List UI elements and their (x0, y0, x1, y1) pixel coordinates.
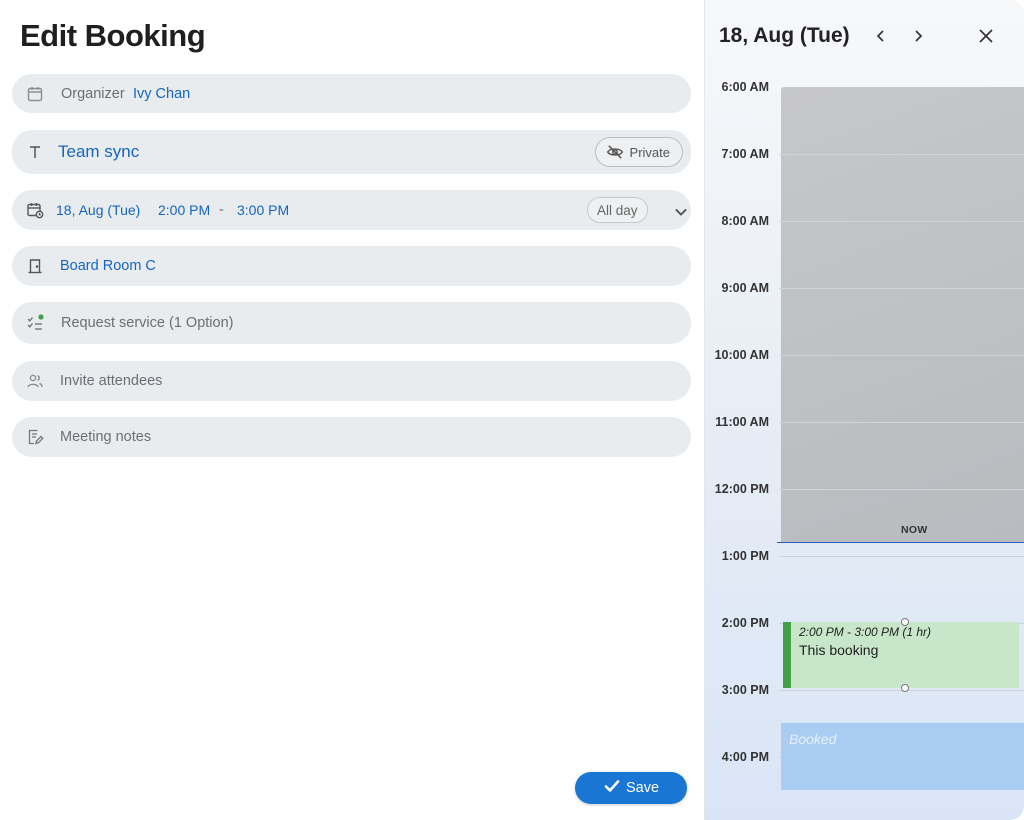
hour-label: 4:00 PM (721, 750, 769, 764)
check-icon (603, 777, 621, 799)
booked-block: Booked (781, 723, 1024, 790)
resize-handle-bottom[interactable] (901, 684, 909, 692)
hour-label: 3:00 PM (721, 683, 769, 697)
save-button[interactable]: Save (575, 772, 687, 804)
hour-label: 12:00 PM (714, 482, 769, 496)
hour-gridline (779, 288, 1024, 289)
hour-gridline (779, 556, 1024, 557)
private-toggle-button[interactable]: Private (594, 137, 683, 167)
page-title: Edit Booking (20, 18, 206, 53)
request-service-label: Request service (1 Option) (61, 315, 234, 331)
hour-label: 6:00 AM (721, 80, 769, 94)
hour-label: 10:00 AM (714, 348, 769, 362)
hour-label: 2:00 PM (721, 616, 769, 630)
all-day-toggle[interactable]: All day (587, 197, 648, 223)
room-field[interactable]: Board Room C (12, 246, 691, 286)
day-calendar-panel: 18, Aug (Tue) 6:00 AM 7:00 AM 8:00 AM 9:00 … (704, 0, 1024, 820)
hour-label: 9:00 AM (721, 281, 769, 295)
end-time-value[interactable]: 3:00 PM (237, 202, 289, 218)
note-edit-icon (26, 428, 44, 446)
meeting-notes-input[interactable]: Meeting notes (60, 429, 151, 445)
resize-handle-top[interactable] (901, 618, 909, 626)
hour-label: 1:00 PM (721, 549, 769, 563)
hour-gridline (779, 422, 1024, 423)
hour-gridline (779, 154, 1024, 155)
request-service-field[interactable]: Request service (1 Option) (12, 302, 691, 344)
meeting-title-input[interactable]: Team sync (58, 142, 139, 162)
door-icon (26, 257, 44, 275)
text-t-icon (26, 143, 44, 161)
hour-gridline (779, 489, 1024, 490)
meeting-notes-field[interactable]: Meeting notes (12, 417, 691, 457)
organizer-field[interactable]: Organizer Ivy Chan (12, 74, 691, 113)
current-booking-block[interactable]: 2:00 PM - 3:00 PM (1 hr) This booking (783, 622, 1019, 688)
invite-attendees-input[interactable]: Invite attendees (60, 373, 162, 389)
private-label: Private (629, 144, 670, 160)
hour-gridline (779, 355, 1024, 356)
meeting-title-field[interactable]: Team sync Private (12, 130, 691, 174)
schedule-field[interactable]: 18, Aug (Tue) 2:00 PM - 3:00 PM All day (12, 190, 691, 230)
booked-label: Booked (789, 731, 837, 747)
close-icon[interactable] (977, 27, 995, 45)
now-indicator (777, 542, 1024, 543)
hour-label: 7:00 AM (721, 147, 769, 161)
eye-off-icon (606, 143, 624, 161)
attendees-field[interactable]: Invite attendees (12, 361, 691, 401)
organizer-label: Organizer (61, 85, 125, 102)
calendar-date-header: 18, Aug (Tue) (719, 24, 850, 47)
organizer-value[interactable]: Ivy Chan (133, 86, 190, 102)
checklist-icon (26, 314, 44, 332)
room-value[interactable]: Board Room C (60, 258, 156, 274)
people-icon (26, 372, 44, 390)
booking-form: Edit Booking Organizer Ivy Chan Team syn… (0, 0, 704, 820)
time-separator: - (219, 202, 224, 218)
date-value[interactable]: 18, Aug (Tue) (56, 202, 140, 218)
chevron-right-icon[interactable] (910, 28, 926, 44)
booking-title: This booking (799, 642, 879, 658)
past-time-block (781, 87, 1024, 542)
chevron-down-icon[interactable] (672, 203, 687, 217)
start-time-value[interactable]: 2:00 PM (158, 202, 210, 218)
now-label: NOW (901, 524, 928, 536)
hour-gridline (779, 221, 1024, 222)
booking-time: 2:00 PM - 3:00 PM (1 hr) (799, 625, 932, 639)
calendar-clock-icon (26, 201, 44, 219)
hour-label: 8:00 AM (721, 214, 769, 228)
edit-booking-dialog: Edit Booking Organizer Ivy Chan Team syn… (0, 0, 1024, 820)
hour-label: 11:00 AM (715, 415, 769, 429)
chevron-left-icon[interactable] (873, 28, 889, 44)
day-timeline[interactable]: 6:00 AM 7:00 AM 8:00 AM 9:00 AM 10:00 AM 11:0… (705, 76, 1024, 820)
save-label: Save (625, 780, 660, 796)
calendar-icon (26, 85, 44, 103)
